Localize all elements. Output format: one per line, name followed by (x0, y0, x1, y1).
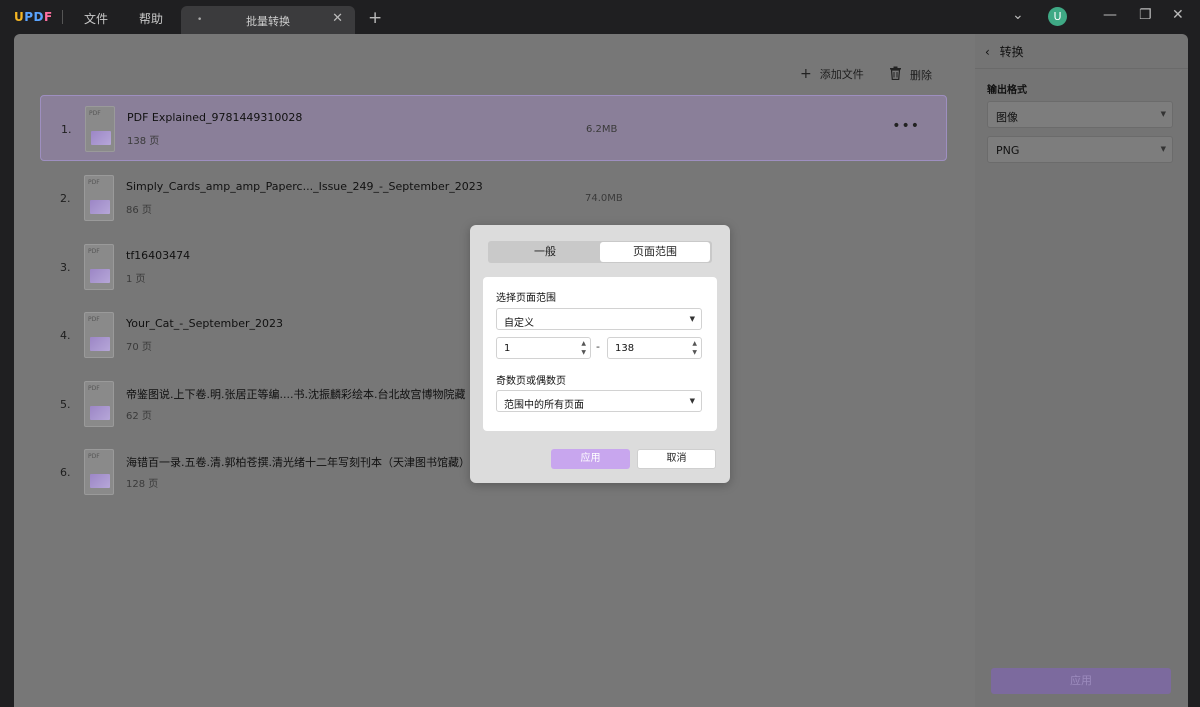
tab-general[interactable]: 一般 (490, 241, 600, 263)
odd-even-select[interactable]: 范围中的所有页面 ▼ (496, 390, 702, 412)
file-pages: 1 页 (126, 274, 146, 285)
file-size: 74.0MB (585, 193, 623, 204)
range-value: 自定义 (504, 318, 534, 329)
format-select[interactable]: 图像 ▼ (987, 101, 1173, 128)
from-page-value: 1 (504, 343, 511, 354)
chevron-left-icon: ‹ (985, 45, 990, 59)
file-pages: 128 页 (126, 479, 159, 490)
title-separator (62, 10, 63, 24)
stepper-icon[interactable]: ▲ ▼ (581, 339, 586, 357)
file-name: tf16403474 (126, 249, 191, 262)
dropdown-arrow-icon: ▼ (1160, 110, 1166, 118)
stepper-icon[interactable]: ▲ ▼ (692, 339, 697, 357)
file-name: 海错百一录.五卷.清.郭柏苍撰.清光绪十二年写刻刊本（天津图书馆藏） (126, 456, 470, 469)
tab-page-range[interactable]: 页面范围 (600, 242, 710, 262)
chevron-down-icon[interactable]: ⌄ (1012, 7, 1024, 23)
dropdown-arrow-icon: ▼ (689, 397, 695, 405)
to-page-value: 138 (615, 343, 635, 354)
apply-button[interactable]: 应用 (551, 449, 630, 469)
avatar[interactable]: U (1048, 7, 1067, 26)
trash-icon (889, 66, 902, 84)
file-index: 6. (60, 466, 71, 479)
file-name: 帝鉴图说.上下卷.明.张居正等编....书.沈振麟彩绘本.台北故宫博物院藏 (126, 388, 466, 401)
more-options-icon[interactable]: ••• (892, 118, 920, 134)
app-logo: UPDF (14, 10, 53, 24)
close-tab-icon[interactable]: ✕ (332, 11, 343, 26)
add-file-button[interactable]: + 添加文件 (800, 66, 864, 82)
file-pages: 138 页 (127, 136, 160, 147)
plus-icon: + (800, 66, 812, 82)
file-index: 5. (60, 398, 71, 411)
file-index: 4. (60, 329, 71, 342)
from-page-input[interactable]: 1 ▲ ▼ (496, 337, 591, 359)
range-settings-card: 选择页面范围 自定义 ▼ 1 ▲ ▼ - 138 ▲ ▼ 奇数页或偶数页 范围中的所… (483, 277, 717, 431)
pdf-file-icon: PDF (84, 175, 114, 221)
page-range-dialog: 一般 页面范围 选择页面范围 自定义 ▼ 1 ▲ ▼ - 138 ▲ ▼ 奇数页或偶… (470, 225, 730, 483)
file-pages: 86 页 (126, 205, 152, 216)
range-dash: - (596, 340, 600, 353)
back-button[interactable]: ‹ 转换 (985, 43, 1024, 60)
file-index: 2. (60, 192, 71, 205)
divider (975, 68, 1188, 69)
pdf-file-icon: PDF (84, 244, 114, 290)
select-range-label: 选择页面范围 (496, 293, 556, 304)
title-bar: UPDF 文件 帮助 • 批量转换 ✕ + ⌄ U — ❐ ✕ (0, 0, 1200, 34)
delete-button[interactable]: 删除 (889, 66, 932, 84)
close-window-icon[interactable]: ✕ (1172, 7, 1184, 23)
file-name: Simply_Cards_amp_amp_Paperc..._Issue_249… (126, 180, 483, 193)
panel-title: 转换 (999, 45, 1024, 59)
subformat-value: PNG (996, 144, 1020, 157)
file-pages: 62 页 (126, 411, 152, 422)
file-name: Your_Cat_-_September_2023 (126, 317, 283, 330)
format-value: 图像 (996, 111, 1018, 124)
menu-file[interactable]: 文件 (84, 10, 108, 27)
file-name: PDF Explained_9781449310028 (127, 111, 303, 124)
apply-button[interactable]: 应用 (991, 668, 1171, 694)
dialog-tabs: 一般 页面范围 (488, 241, 712, 263)
add-tab-icon[interactable]: + (368, 8, 382, 28)
file-size: 6.2MB (586, 124, 618, 135)
tab-batch-convert[interactable]: • 批量转换 ✕ (181, 6, 355, 34)
pdf-file-icon: PDF (84, 312, 114, 358)
menu-help[interactable]: 帮助 (139, 10, 163, 27)
odd-even-label: 奇数页或偶数页 (496, 376, 566, 387)
subformat-select[interactable]: PNG ▼ (987, 136, 1173, 163)
cancel-button[interactable]: 取消 (637, 449, 716, 469)
minimize-icon[interactable]: — (1103, 7, 1117, 23)
dropdown-arrow-icon: ▼ (1160, 145, 1166, 153)
delete-label: 删除 (910, 69, 932, 82)
dropdown-arrow-icon: ▼ (689, 315, 695, 323)
file-index: 1. (61, 123, 72, 136)
file-index: 3. (60, 261, 71, 274)
pdf-file-icon: PDF (84, 449, 114, 495)
pdf-file-icon: PDF (84, 381, 114, 427)
file-pages: 70 页 (126, 342, 152, 353)
range-select[interactable]: 自定义 ▼ (496, 308, 702, 330)
add-file-label: 添加文件 (819, 68, 864, 81)
to-page-input[interactable]: 138 ▲ ▼ (607, 337, 702, 359)
odd-even-value: 范围中的所有页面 (504, 400, 584, 411)
file-row[interactable]: 2. PDF Simply_Cards_amp_amp_Paperc..._Is… (40, 165, 947, 231)
output-format-label: 输出格式 (987, 85, 1027, 96)
convert-settings-panel: ‹ 转换 输出格式 图像 ▼ PNG ▼ 应用 (975, 34, 1188, 707)
file-row[interactable]: 1. PDF PDF Explained_9781449310028 138 页… (40, 95, 947, 161)
tab-title: 批量转换 (246, 15, 290, 28)
restore-icon[interactable]: ❐ (1139, 7, 1152, 23)
pdf-file-icon: PDF (85, 106, 115, 152)
